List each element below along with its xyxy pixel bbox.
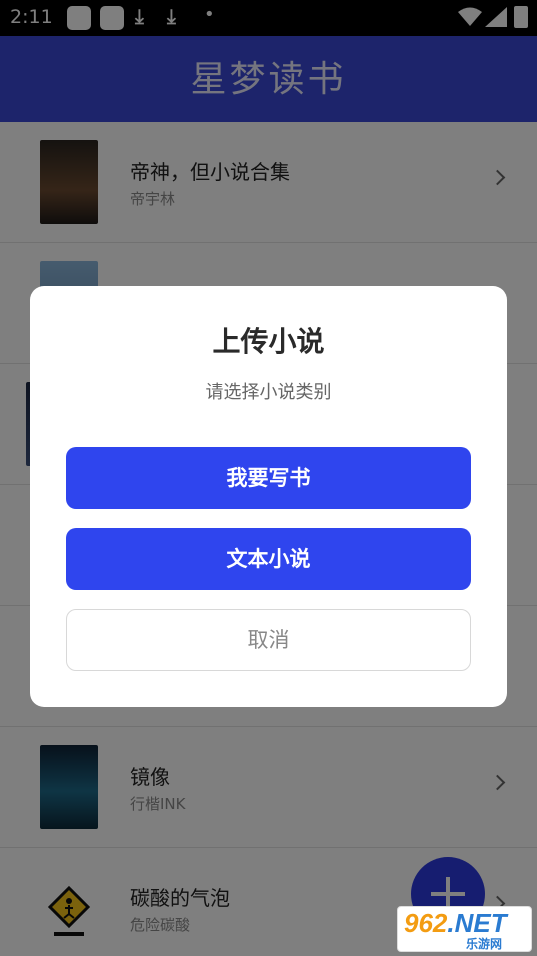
text-novel-button[interactable]: 文本小说 [66, 528, 471, 590]
cancel-button[interactable]: 取消 [66, 609, 471, 671]
site-watermark: 962.NET 乐游网 [397, 906, 532, 952]
write-book-button[interactable]: 我要写书 [66, 447, 471, 509]
dialog-title: 上传小说 [212, 325, 325, 358]
upload-novel-dialog: 上传小说 请选择小说类别 我要写书 文本小说 取消 [30, 286, 507, 707]
dialog-subtitle: 请选择小说类别 [205, 382, 332, 403]
watermark-subtitle: 乐游网 [466, 937, 503, 951]
